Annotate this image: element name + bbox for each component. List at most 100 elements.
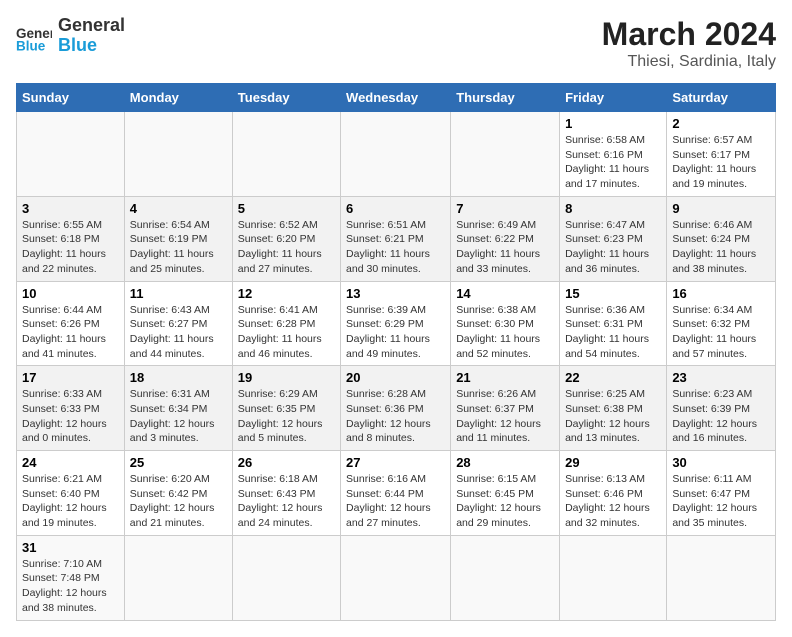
day-info: Sunrise: 6:26 AM Sunset: 6:37 PM Dayligh…	[456, 387, 554, 446]
calendar-cell	[232, 112, 340, 197]
day-info: Sunrise: 6:20 AM Sunset: 6:42 PM Dayligh…	[130, 472, 227, 531]
weekday-header-sunday: Sunday	[17, 84, 125, 112]
day-number: 23	[672, 370, 770, 385]
day-number: 24	[22, 455, 119, 470]
logo: General Blue General Blue	[16, 16, 125, 56]
calendar-cell: 3 Sunrise: 6:55 AM Sunset: 6:18 PM Daylig…	[17, 196, 125, 281]
day-info: Sunrise: 6:25 AM Sunset: 6:38 PM Dayligh…	[565, 387, 661, 446]
day-number: 1	[565, 116, 661, 131]
calendar-subtitle: Thiesi, Sardinia, Italy	[602, 53, 776, 71]
calendar-cell: 27Sunrise: 6:16 AM Sunset: 6:44 PM Dayli…	[341, 451, 451, 536]
weekday-header-wednesday: Wednesday	[341, 84, 451, 112]
calendar-cell: 7 Sunrise: 6:49 AM Sunset: 6:22 PM Daylig…	[451, 196, 560, 281]
calendar-cell	[667, 535, 776, 620]
day-info: Sunrise: 6:18 AM Sunset: 6:43 PM Dayligh…	[238, 472, 335, 531]
weekday-header-tuesday: Tuesday	[232, 84, 340, 112]
weekday-header-monday: Monday	[124, 84, 232, 112]
day-info: Sunrise: 6:34 AM Sunset: 6:32 PM Dayligh…	[672, 303, 770, 362]
day-number: 7	[456, 201, 554, 216]
calendar-cell: 5 Sunrise: 6:52 AM Sunset: 6:20 PM Daylig…	[232, 196, 340, 281]
day-number: 12	[238, 286, 335, 301]
day-number: 11	[130, 286, 227, 301]
day-number: 21	[456, 370, 554, 385]
calendar-cell: 9 Sunrise: 6:46 AM Sunset: 6:24 PM Daylig…	[667, 196, 776, 281]
calendar-cell	[451, 112, 560, 197]
day-info: Sunrise: 6:49 AM Sunset: 6:22 PM Dayligh…	[456, 218, 554, 277]
calendar-cell: 13 Sunrise: 6:39 AM Sunset: 6:29 PM Dayli…	[341, 281, 451, 366]
week-row-2: 3 Sunrise: 6:55 AM Sunset: 6:18 PM Daylig…	[17, 196, 776, 281]
calendar-cell: 25 Sunrise: 6:20 AM Sunset: 6:42 PM Dayli…	[124, 451, 232, 536]
day-info: Sunrise: 6:38 AM Sunset: 6:30 PM Dayligh…	[456, 303, 554, 362]
calendar-cell	[451, 535, 560, 620]
day-info: Sunrise: 6:11 AM Sunset: 6:47 PM Dayligh…	[672, 472, 770, 531]
day-number: 18	[130, 370, 227, 385]
day-number: 15	[565, 286, 661, 301]
calendar-cell: 28 Sunrise: 6:15 AM Sunset: 6:45 PM Dayli…	[451, 451, 560, 536]
day-number: 3	[22, 201, 119, 216]
calendar-cell	[232, 535, 340, 620]
calendar-cell	[560, 535, 667, 620]
day-info: Sunrise: 6:13 AM Sunset: 6:46 PM Dayligh…	[565, 472, 661, 531]
day-info: Sunrise: 6:29 AM Sunset: 6:35 PM Dayligh…	[238, 387, 335, 446]
day-info: Sunrise: 6:39 AM Sunset: 6:29 PM Dayligh…	[346, 303, 445, 362]
calendar-cell: 11 Sunrise: 6:43 AM Sunset: 6:27 PM Dayli…	[124, 281, 232, 366]
day-number: 29	[565, 455, 661, 470]
day-number: 22	[565, 370, 661, 385]
day-info: Sunrise: 6:47 AM Sunset: 6:23 PM Dayligh…	[565, 218, 661, 277]
day-info: Sunrise: 6:55 AM Sunset: 6:18 PM Dayligh…	[22, 218, 119, 277]
logo-icon: General Blue	[16, 18, 52, 54]
calendar-cell: 1 Sunrise: 6:58 AM Sunset: 6:16 PM Daylig…	[560, 112, 667, 197]
week-row-3: 10Sunrise: 6:44 AM Sunset: 6:26 PM Dayli…	[17, 281, 776, 366]
calendar-cell: 4Sunrise: 6:54 AM Sunset: 6:19 PM Daylig…	[124, 196, 232, 281]
day-info: Sunrise: 7:10 AM Sunset: 7:48 PM Dayligh…	[22, 557, 119, 616]
day-info: Sunrise: 6:43 AM Sunset: 6:27 PM Dayligh…	[130, 303, 227, 362]
page-header: General Blue General Blue March 2024 Thi…	[16, 16, 776, 71]
day-number: 30	[672, 455, 770, 470]
weekday-header-row: SundayMondayTuesdayWednesdayThursdayFrid…	[17, 84, 776, 112]
svg-text:Blue: Blue	[16, 38, 46, 53]
weekday-header-friday: Friday	[560, 84, 667, 112]
day-number: 17	[22, 370, 119, 385]
calendar-cell: 24Sunrise: 6:21 AM Sunset: 6:40 PM Dayli…	[17, 451, 125, 536]
weekday-header-saturday: Saturday	[667, 84, 776, 112]
calendar-title: March 2024	[602, 16, 776, 53]
day-number: 2	[672, 116, 770, 131]
calendar-cell: 22 Sunrise: 6:25 AM Sunset: 6:38 PM Dayli…	[560, 366, 667, 451]
day-info: Sunrise: 6:46 AM Sunset: 6:24 PM Dayligh…	[672, 218, 770, 277]
week-row-5: 24Sunrise: 6:21 AM Sunset: 6:40 PM Dayli…	[17, 451, 776, 536]
day-number: 4	[130, 201, 227, 216]
day-info: Sunrise: 6:52 AM Sunset: 6:20 PM Dayligh…	[238, 218, 335, 277]
calendar-cell: 2Sunrise: 6:57 AM Sunset: 6:17 PM Daylig…	[667, 112, 776, 197]
day-info: Sunrise: 6:15 AM Sunset: 6:45 PM Dayligh…	[456, 472, 554, 531]
day-info: Sunrise: 6:31 AM Sunset: 6:34 PM Dayligh…	[130, 387, 227, 446]
day-number: 16	[672, 286, 770, 301]
calendar-cell: 12Sunrise: 6:41 AM Sunset: 6:28 PM Dayli…	[232, 281, 340, 366]
day-info: Sunrise: 6:23 AM Sunset: 6:39 PM Dayligh…	[672, 387, 770, 446]
calendar-cell	[341, 112, 451, 197]
calendar-cell: 20Sunrise: 6:28 AM Sunset: 6:36 PM Dayli…	[341, 366, 451, 451]
day-number: 8	[565, 201, 661, 216]
day-number: 9	[672, 201, 770, 216]
calendar-cell	[341, 535, 451, 620]
day-number: 6	[346, 201, 445, 216]
calendar-cell: 19Sunrise: 6:29 AM Sunset: 6:35 PM Dayli…	[232, 366, 340, 451]
day-number: 25	[130, 455, 227, 470]
day-number: 13	[346, 286, 445, 301]
week-row-1: 1 Sunrise: 6:58 AM Sunset: 6:16 PM Daylig…	[17, 112, 776, 197]
day-number: 5	[238, 201, 335, 216]
calendar-cell: 6Sunrise: 6:51 AM Sunset: 6:21 PM Daylig…	[341, 196, 451, 281]
day-number: 14	[456, 286, 554, 301]
calendar-cell: 21 Sunrise: 6:26 AM Sunset: 6:37 PM Dayli…	[451, 366, 560, 451]
day-number: 26	[238, 455, 335, 470]
calendar-cell: 23 Sunrise: 6:23 AM Sunset: 6:39 PM Dayli…	[667, 366, 776, 451]
calendar-cell: 30 Sunrise: 6:11 AM Sunset: 6:47 PM Dayli…	[667, 451, 776, 536]
title-block: March 2024 Thiesi, Sardinia, Italy	[602, 16, 776, 71]
week-row-6: 31Sunrise: 7:10 AM Sunset: 7:48 PM Dayli…	[17, 535, 776, 620]
calendar-cell: 16 Sunrise: 6:34 AM Sunset: 6:32 PM Dayli…	[667, 281, 776, 366]
calendar-cell: 31Sunrise: 7:10 AM Sunset: 7:48 PM Dayli…	[17, 535, 125, 620]
day-number: 28	[456, 455, 554, 470]
calendar-cell	[124, 112, 232, 197]
day-info: Sunrise: 6:58 AM Sunset: 6:16 PM Dayligh…	[565, 133, 661, 192]
calendar-cell: 26 Sunrise: 6:18 AM Sunset: 6:43 PM Dayli…	[232, 451, 340, 536]
calendar-cell: 15Sunrise: 6:36 AM Sunset: 6:31 PM Dayli…	[560, 281, 667, 366]
